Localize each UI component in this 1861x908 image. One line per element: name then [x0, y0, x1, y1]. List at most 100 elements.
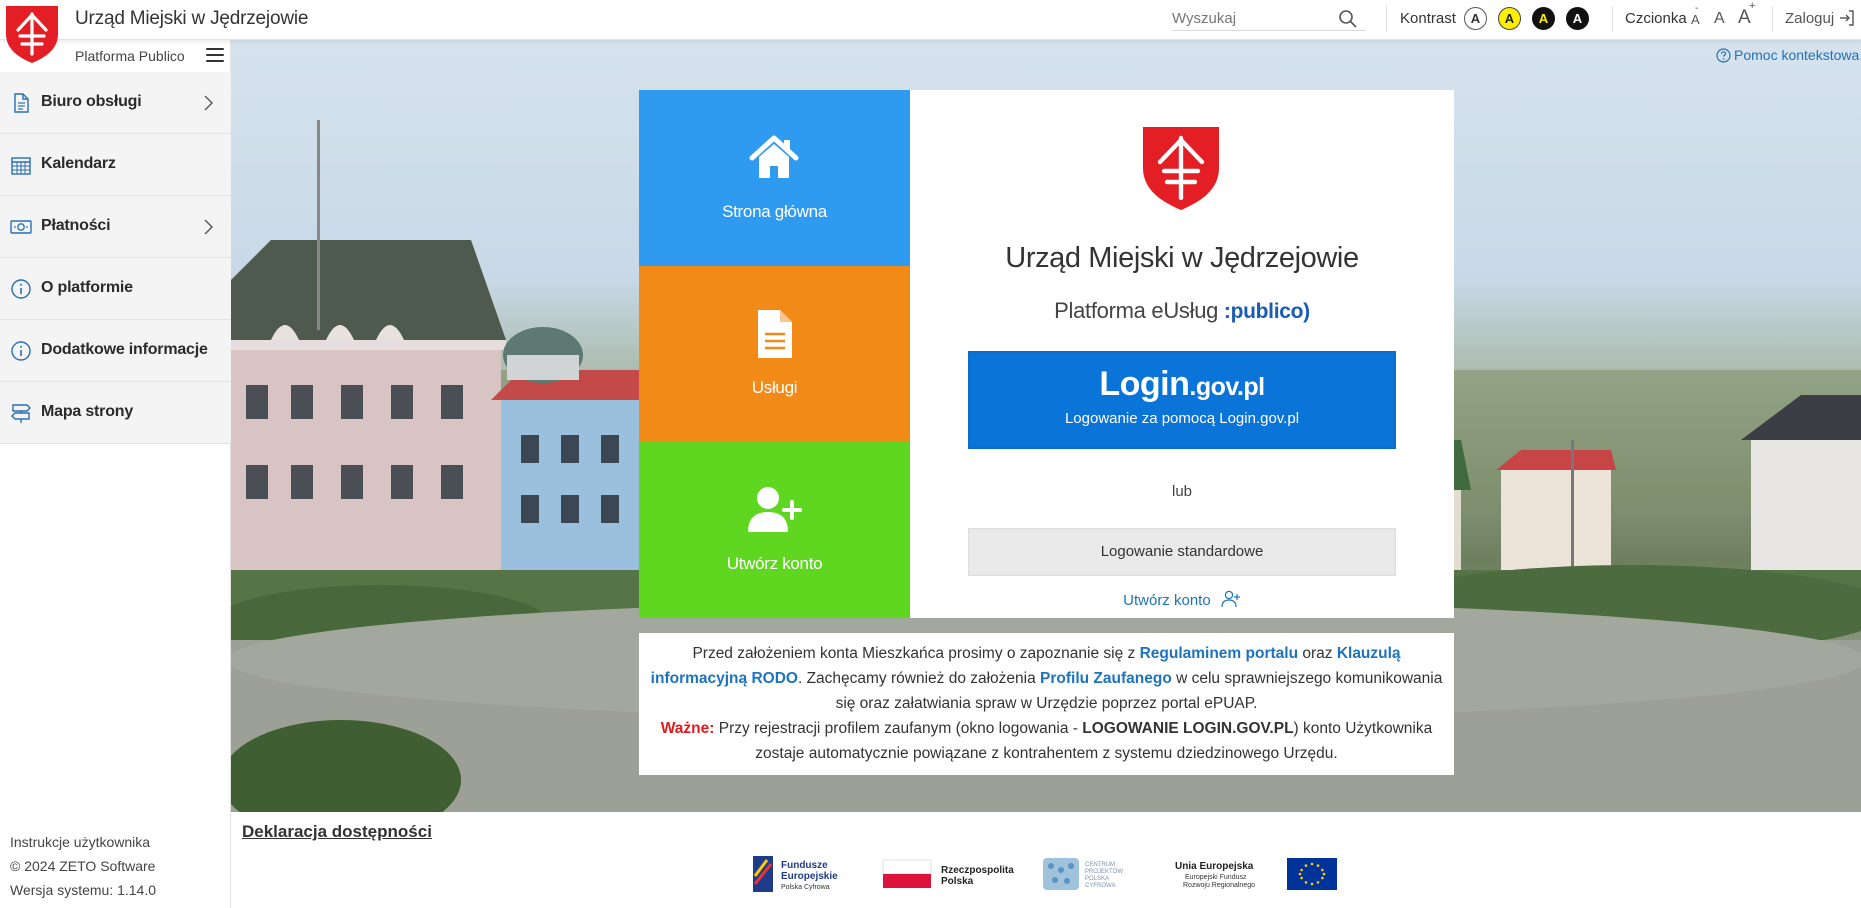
contrast-black-yellow-button[interactable]: A [1532, 7, 1555, 30]
unia-europejska-logo: Unia Europejska Europejski Fundusz Rozwo… [1175, 858, 1337, 890]
help-icon [1716, 47, 1731, 63]
sidebar-item-label: Mapa strony [41, 403, 134, 420]
notice-text: . Zachęcamy również do założenia [797, 670, 1041, 687]
quick-tiles: Strona główna Usługi Utwórz konto [639, 90, 910, 618]
login-gov-button[interactable]: Login.gov.pl Logowanie za pomocą Login.g… [968, 351, 1396, 449]
signpost-icon [11, 404, 31, 423]
registration-notice: Przed założeniem konta Mieszkańca prosim… [639, 633, 1454, 775]
card-subtitle-text: Platforma eUsług [1054, 298, 1219, 323]
platform-label: Platforma Publico [75, 48, 185, 64]
svg-text:Fundusze: Fundusze [781, 860, 828, 871]
trusted-profile-link[interactable]: Profilu Zaufanego [1040, 670, 1172, 687]
copyright-text: © 2024 ZETO Software [10, 858, 156, 874]
tile-label: Strona główna [722, 202, 827, 221]
sign-in-icon[interactable] [1838, 9, 1856, 27]
sidebar-item-dodatkowe-informacje[interactable]: Dodatkowe informacje [0, 320, 231, 382]
font-size-label: Czcionka [1625, 10, 1687, 27]
sidebar-item-label: Kalendarz [41, 155, 116, 172]
svg-text:Europejskie: Europejskie [781, 871, 838, 882]
eu-funding-logos: Fundusze Europejskie Polska Cyfrowa Rzec… [753, 856, 1337, 892]
notice-text: Przy rejestracji profilem zaufanym (okno… [714, 720, 1083, 737]
menu-toggle-icon[interactable] [206, 48, 224, 64]
card-title: Urząd Miejski w Jędrzejowie [1005, 242, 1359, 274]
home-icon [749, 135, 799, 178]
svg-text:Rozwoju Regionalnego: Rozwoju Regionalnego [1183, 882, 1255, 889]
svg-text:Polska Cyfrowa: Polska Cyfrowa [781, 884, 830, 891]
login-gov-suffix: .gov.pl [1189, 373, 1265, 401]
login-gov-logo: Login.gov.pl [970, 365, 1394, 404]
sidebar-nav: Biuro obsługi Kalendarz Płatności O plat… [0, 72, 231, 444]
sidebar-item-label: O platformie [41, 279, 133, 296]
notice-text: Przed założeniem konta Mieszkańca prosim… [692, 645, 1140, 662]
font-medium-button[interactable]: A [1714, 10, 1725, 28]
tile-home[interactable]: Strona główna [639, 90, 910, 266]
font-large-button[interactable]: A + [1738, 0, 1755, 29]
sidebar-item-mapa-strony[interactable]: Mapa strony [0, 382, 231, 444]
tile-label: Utwórz konto [726, 554, 823, 573]
login-gov-word: Login [1099, 365, 1190, 403]
tile-label: Usługi [751, 378, 798, 397]
sidebar-item-o-platformie[interactable]: O platformie [0, 258, 231, 320]
divider [1612, 6, 1613, 32]
notice-text: oraz [1298, 645, 1337, 662]
sidebar-item-kalendarz[interactable]: Kalendarz [0, 134, 231, 196]
search-input[interactable] [1172, 7, 1332, 29]
sidebar-item-label: Biuro obsługi [41, 93, 142, 110]
create-account-label: Utwórz konto [1123, 592, 1211, 609]
user-manual-link[interactable]: Instrukcje użytkownika [10, 830, 156, 854]
svg-text:CENTRUM: CENTRUM [1085, 862, 1115, 868]
contrast-yellow-button[interactable]: A [1498, 7, 1521, 30]
info-icon [11, 341, 31, 361]
context-help-label: Pomoc kontekstowa [1734, 47, 1860, 63]
contrast-label: Kontrast [1400, 10, 1456, 27]
divider [1386, 6, 1387, 32]
or-separator: lub [1171, 483, 1193, 500]
contrast-default-button[interactable]: A [1464, 7, 1487, 30]
font-plus-sign: + [1749, 0, 1756, 12]
publico-brand: :publico) [1223, 300, 1310, 323]
add-user-icon [1221, 590, 1240, 608]
app-title: Urząd Miejski w Jędrzejowie [75, 8, 309, 29]
add-user-icon [748, 487, 802, 532]
tile-services[interactable]: Usługi [639, 266, 910, 442]
search-box [1172, 7, 1366, 31]
font-small-button[interactable]: A- [1691, 3, 1700, 27]
accessibility-declaration-link[interactable]: Deklaracja dostępności [242, 822, 432, 842]
city-crest-logo [1143, 127, 1219, 210]
divider [1772, 6, 1773, 32]
calendar-icon [11, 157, 31, 175]
svg-text:PROJEKTÓW: PROJEKTÓW [1085, 868, 1123, 875]
login-link[interactable]: Zaloguj [1785, 10, 1834, 27]
create-account-link[interactable]: Utwórz konto [910, 590, 1454, 609]
chevron-right-icon [204, 95, 213, 111]
terms-link[interactable]: Regulaminem portalu [1140, 645, 1298, 662]
sidebar-item-biuro-obslugi[interactable]: Biuro obsługi [0, 72, 231, 134]
contrast-black-white-button[interactable]: A [1566, 7, 1589, 30]
standard-login-button[interactable]: Logowanie standardowe [968, 528, 1396, 576]
sidebar-item-label: Dodatkowe informacje [41, 341, 208, 358]
cppc-logo: CENTRUM PROJEKTÓW POLSKA CYFROWA [1043, 858, 1123, 890]
document-icon [758, 310, 792, 358]
font-small-label: A [1691, 12, 1700, 27]
important-label: Ważne: [660, 720, 715, 737]
search-icon[interactable] [1338, 9, 1358, 29]
page-footer: Deklaracja dostępności Fundusze Europejs… [231, 812, 1861, 908]
svg-text:Rzeczpospolita: Rzeczpospolita [941, 865, 1014, 876]
context-help-link[interactable]: Pomoc kontekstowa [1716, 47, 1859, 63]
tile-create-account[interactable]: Utwórz konto [639, 442, 910, 618]
rzeczpospolita-polska-logo: Rzeczpospolita Polska [882, 859, 1014, 888]
svg-text:CYFROWA: CYFROWA [1085, 883, 1115, 889]
svg-text:Polska: Polska [941, 876, 974, 887]
chevron-right-icon [204, 219, 213, 235]
login-gov-caption: Logowanie za pomocą Login.gov.pl [1064, 410, 1300, 427]
top-bar: Urząd Miejski w Jędrzejowie Kontrast A A… [0, 0, 1861, 40]
sidebar-item-platnosci[interactable]: Płatności [0, 196, 231, 258]
svg-text:Unia Europejska: Unia Europejska [1175, 861, 1254, 872]
city-crest-logo[interactable] [4, 4, 60, 64]
font-minus-sign: - [1695, 3, 1699, 14]
sidebar-item-label: Płatności [41, 217, 111, 234]
login-gov-emphasis: LOGOWANIE LOGIN.GOV.PL [1082, 720, 1294, 737]
banknote-icon [10, 220, 32, 234]
fundusze-europejskie-logo: Fundusze Europejskie Polska Cyfrowa [753, 856, 838, 892]
svg-text:Europejski Fundusz: Europejski Fundusz [1185, 874, 1247, 881]
